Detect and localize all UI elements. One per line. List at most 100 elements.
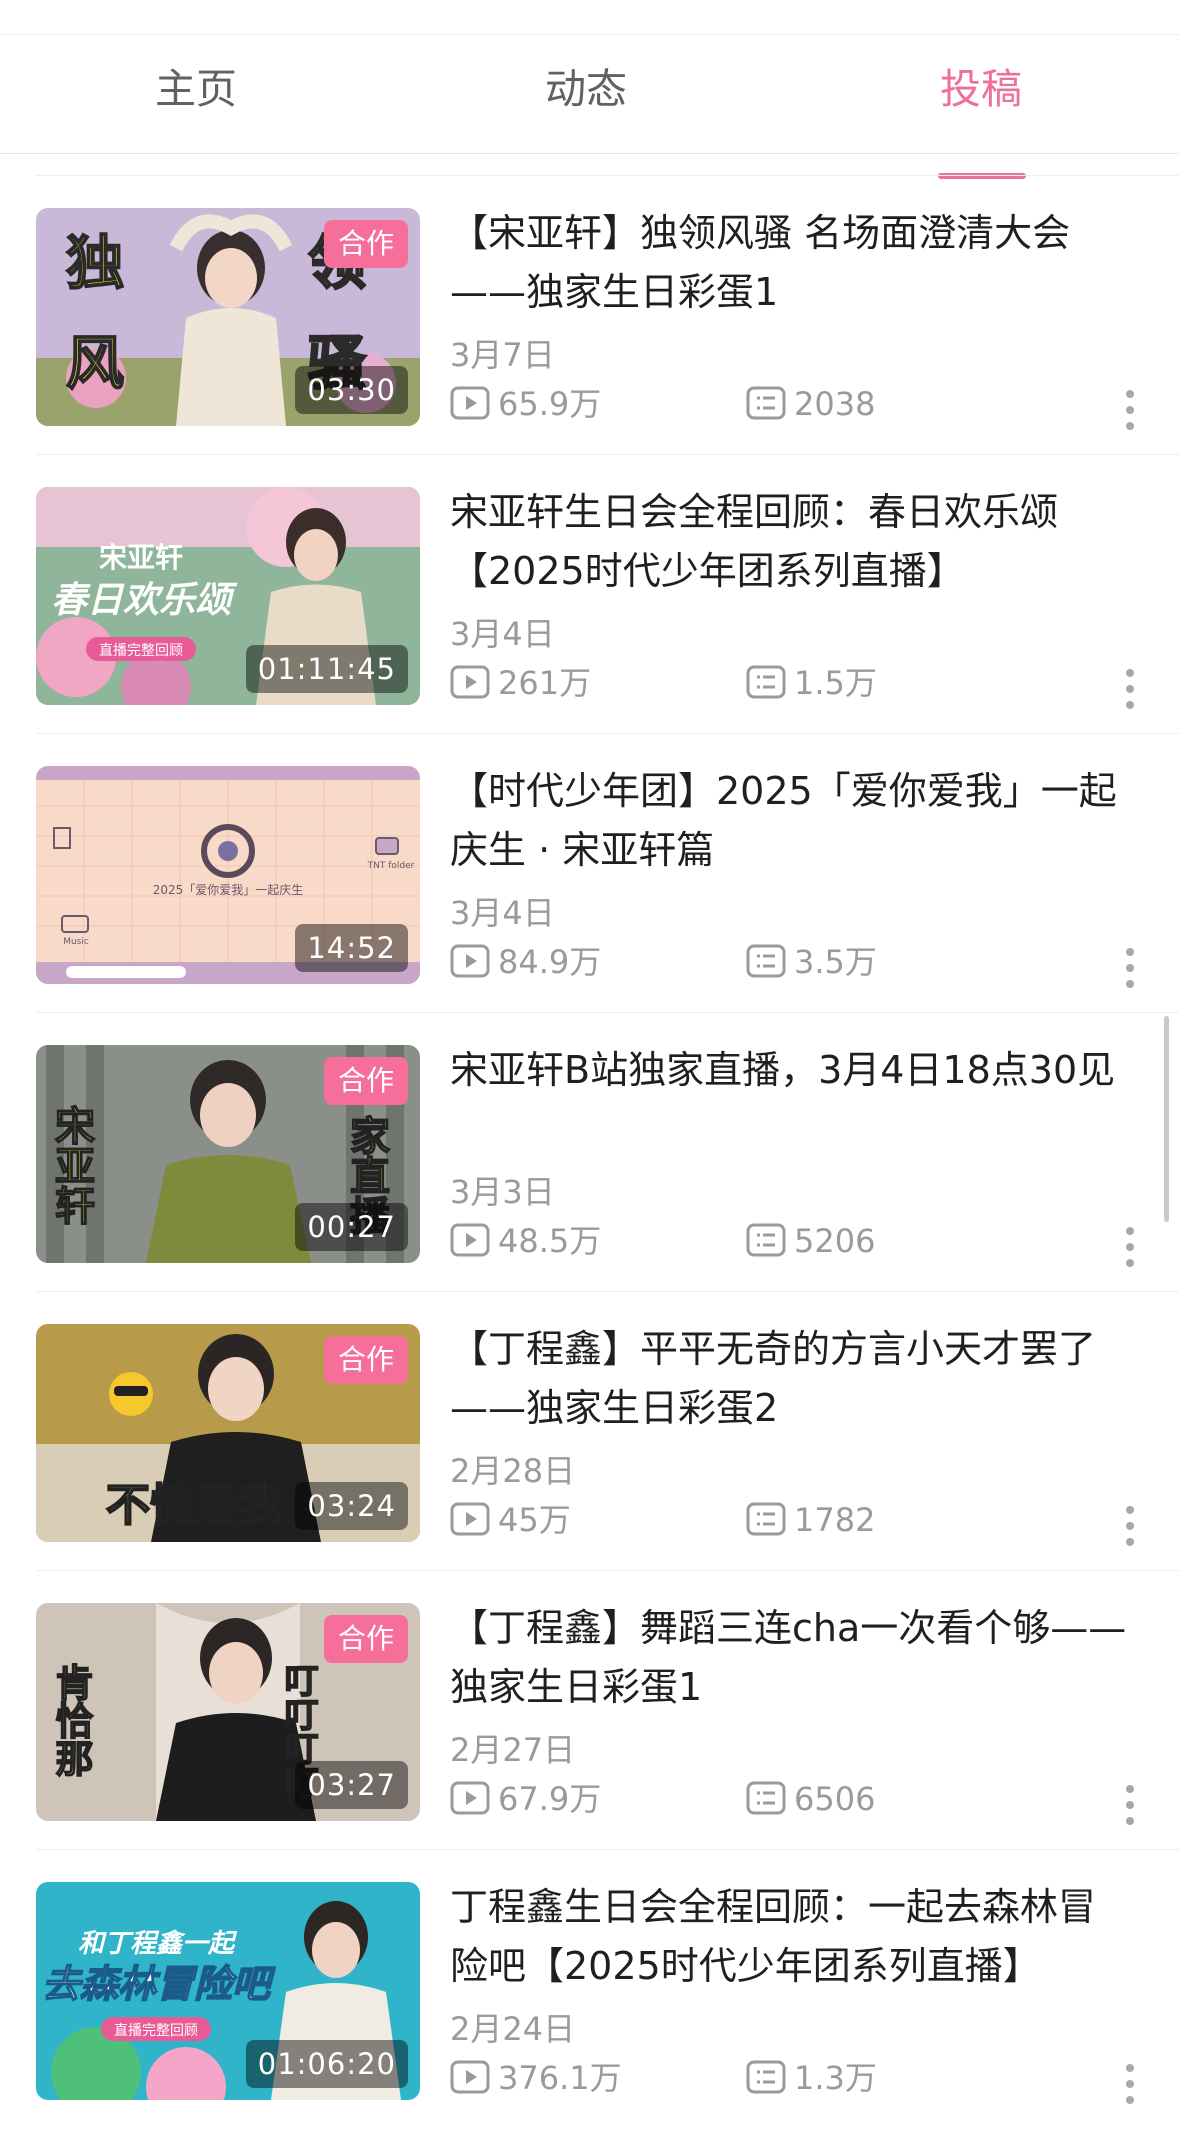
duration-badge: 14:52 [295, 924, 408, 972]
comment-count: 2038 [746, 384, 986, 424]
comment-count-value: 2038 [794, 385, 876, 423]
play-icon [450, 2060, 490, 2094]
video-title[interactable]: 【丁程鑫】舞蹈三连cha一次看个够——独家生日彩蛋1 [450, 1599, 1130, 1717]
view-count-value: 84.9万 [498, 943, 602, 981]
comment-count: 3.5万 [746, 942, 986, 982]
comment-count-value: 3.5万 [794, 943, 877, 981]
video-title[interactable]: 【丁程鑫】平平无奇的方言小天才罢了——独家生日彩蛋2 [450, 1320, 1130, 1438]
svg-text:直播完整回顾: 直播完整回顾 [114, 2022, 198, 2039]
comment-count: 5206 [746, 1221, 986, 1261]
duration-badge: 03:30 [295, 366, 408, 414]
svg-text:去森林冒险吧: 去森林冒险吧 [42, 1962, 276, 2006]
view-count: 45万 [450, 1500, 690, 1540]
play-icon [450, 386, 490, 420]
publish-date: 2月28日 [450, 1452, 576, 1490]
video-title[interactable]: 宋亚轩生日会全程回顾：春日欢乐颂【2025时代少年团系列直播】 [450, 483, 1130, 601]
comment-icon [746, 386, 786, 420]
tab-bar: 主页 动态 投稿 [0, 35, 1179, 179]
comment-count-value: 6506 [794, 1780, 876, 1818]
comment-count: 1782 [746, 1500, 986, 1540]
duration-badge: 03:27 [295, 1761, 408, 1809]
view-count: 261万 [450, 663, 690, 703]
video-title[interactable]: 【时代少年团】2025「爱你爱我」一起庆生 · 宋亚轩篇 [450, 762, 1130, 880]
publish-date: 2月27日 [450, 1731, 576, 1769]
video-thumbnail[interactable]: 肯恰那 叮叮叮叮 合作 03:27 [36, 1603, 420, 1821]
comment-icon [746, 1223, 786, 1257]
publish-date: 2月24日 [450, 2010, 576, 2048]
tab-submissions[interactable]: 投稿 [940, 69, 1022, 110]
more-vertical-icon[interactable] [1118, 1785, 1142, 1829]
svg-text:2025「爱你爱我」一起庆生: 2025「爱你爱我」一起庆生 [153, 883, 304, 897]
comment-count: 1.5万 [746, 663, 986, 703]
view-count-value: 65.9万 [498, 385, 602, 423]
svg-text:春日欢乐颂: 春日欢乐颂 [51, 580, 238, 621]
duration-badge: 00:27 [295, 1203, 408, 1251]
video-item[interactable]: 2025「爱你爱我」一起庆生 TNT folder Music 14:52 【时… [0, 734, 1179, 1013]
video-title[interactable]: 宋亚轩B站独家直播，3月4日18点30见 [450, 1041, 1130, 1100]
coop-badge: 合作 [324, 1615, 408, 1663]
video-thumbnail[interactable]: 2025「爱你爱我」一起庆生 TNT folder Music 14:52 [36, 766, 420, 984]
video-thumbnail[interactable]: 不愧是我 合作 03:24 [36, 1324, 420, 1542]
play-icon [450, 1781, 490, 1815]
video-title[interactable]: 【宋亚轩】独领风骚 名场面澄清大会——独家生日彩蛋1 [450, 204, 1130, 322]
more-vertical-icon[interactable] [1118, 1506, 1142, 1550]
video-thumbnail[interactable]: 独 风 领 骚 合作 03:30 [36, 208, 420, 426]
view-count-value: 48.5万 [498, 1222, 602, 1260]
tab-dynamic[interactable]: 动态 [545, 69, 627, 110]
video-item[interactable]: 和丁程鑫一起 去森林冒险吧 直播完整回顾 01:06:20 丁程鑫生日会全程回顾… [0, 1850, 1179, 2129]
comment-count-value: 5206 [794, 1222, 876, 1260]
coop-badge: 合作 [324, 1336, 408, 1384]
svg-text:不愧是我: 不愧是我 [106, 1480, 282, 1531]
play-icon [450, 665, 490, 699]
video-thumbnail[interactable]: 和丁程鑫一起 去森林冒险吧 直播完整回顾 01:06:20 [36, 1882, 420, 2100]
view-count-value: 376.1万 [498, 2059, 622, 2097]
duration-badge: 01:11:45 [245, 645, 408, 693]
comment-icon [746, 944, 786, 978]
publish-date: 3月4日 [450, 615, 555, 653]
comment-icon [746, 2060, 786, 2094]
view-count: 65.9万 [450, 384, 690, 424]
video-thumbnail[interactable]: 宋亚轩 家直播 合作 00:27 [36, 1045, 420, 1263]
video-thumbnail[interactable]: 宋亚轩 春日欢乐颂 直播完整回顾 01:11:45 [36, 487, 420, 705]
publish-date: 3月4日 [450, 894, 555, 932]
view-count-value: 45万 [498, 1501, 571, 1539]
comment-icon [746, 1781, 786, 1815]
view-count: 67.9万 [450, 1779, 690, 1819]
play-icon [450, 1502, 490, 1536]
video-item[interactable]: 独 风 领 骚 合作 03:30 【宋亚轩】独领风骚 名场面澄清大会——独家生日… [0, 176, 1179, 455]
view-count: 84.9万 [450, 942, 690, 982]
video-item[interactable]: 肯恰那 叮叮叮叮 合作 03:27 【丁程鑫】舞蹈三连cha一次看个够——独家生… [0, 1571, 1179, 1850]
svg-text:风: 风 [66, 329, 124, 397]
publish-date: 3月7日 [450, 336, 555, 374]
more-vertical-icon[interactable] [1118, 948, 1142, 992]
view-count: 48.5万 [450, 1221, 690, 1261]
more-vertical-icon[interactable] [1118, 669, 1142, 713]
tab-home[interactable]: 主页 [155, 69, 237, 110]
svg-text:宋亚轩: 宋亚轩 [99, 541, 183, 574]
more-vertical-icon[interactable] [1118, 1227, 1142, 1271]
view-count-value: 261万 [498, 664, 592, 702]
video-item[interactable]: 不愧是我 合作 03:24 【丁程鑫】平平无奇的方言小天才罢了——独家生日彩蛋2… [0, 1292, 1179, 1571]
coop-badge: 合作 [324, 220, 408, 268]
svg-text:独: 独 [66, 229, 124, 297]
video-item[interactable]: 宋亚轩 家直播 合作 00:27 宋亚轩B站独家直播，3月4日18点30见 3月… [0, 1013, 1179, 1292]
video-item[interactable]: 宋亚轩 春日欢乐颂 直播完整回顾 01:11:45 宋亚轩生日会全程回顾：春日欢… [0, 455, 1179, 734]
svg-text:宋亚轩: 宋亚轩 [48, 1105, 95, 1225]
play-icon [450, 1223, 490, 1257]
video-title[interactable]: 丁程鑫生日会全程回顾：一起去森林冒险吧【2025时代少年团系列直播】 [450, 1878, 1130, 1996]
comment-count: 1.3万 [746, 2058, 986, 2098]
svg-text:直播完整回顾: 直播完整回顾 [99, 642, 183, 659]
scrollbar[interactable] [1164, 1016, 1169, 1222]
play-icon [450, 944, 490, 978]
comment-icon [746, 665, 786, 699]
svg-text:TNT folder: TNT folder [367, 861, 415, 871]
more-vertical-icon[interactable] [1118, 390, 1142, 434]
duration-badge: 01:06:20 [245, 2040, 408, 2088]
svg-text:肯恰那: 肯恰那 [49, 1663, 93, 1777]
more-vertical-icon[interactable] [1118, 2064, 1142, 2108]
svg-text:Music: Music [63, 937, 89, 947]
view-count-value: 67.9万 [498, 1780, 602, 1818]
duration-badge: 03:24 [295, 1482, 408, 1530]
comment-count-value: 1.5万 [794, 664, 877, 702]
publish-date: 3月3日 [450, 1173, 555, 1211]
